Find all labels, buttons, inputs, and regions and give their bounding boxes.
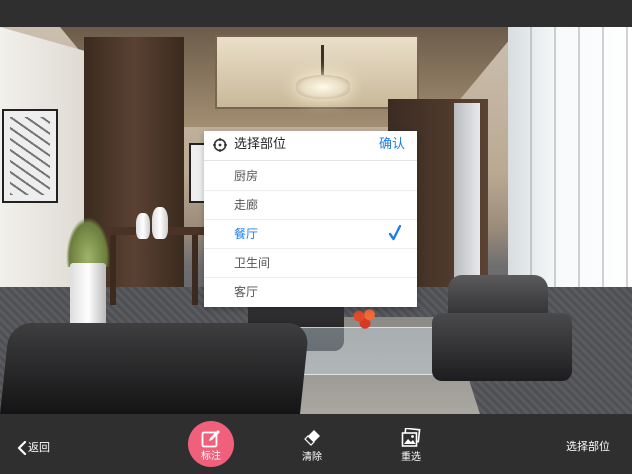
chandelier-stem bbox=[321, 45, 324, 75]
plant bbox=[66, 217, 110, 267]
clear-label: 清除 bbox=[302, 452, 322, 463]
select-part-popup: 选择部位 确认 厨房 走廊 餐厅 卫生间 客厅 bbox=[204, 131, 417, 307]
select-part-button[interactable]: 选择部位 bbox=[566, 440, 610, 454]
reselect-label: 重选 bbox=[401, 452, 421, 463]
mark-label: 标注 bbox=[201, 451, 221, 462]
wall-artwork bbox=[2, 109, 58, 203]
option-kitchen[interactable]: 厨房 bbox=[204, 161, 417, 191]
chandelier bbox=[296, 75, 350, 99]
option-dining-room[interactable]: 餐厅 bbox=[204, 219, 417, 249]
confirm-button[interactable]: 确认 bbox=[379, 137, 405, 153]
popup-header: 选择部位 确认 bbox=[204, 131, 417, 161]
clear-button[interactable]: 清除 bbox=[292, 428, 332, 468]
option-label: 厨房 bbox=[234, 169, 259, 183]
leather-sofa bbox=[0, 323, 310, 414]
vase bbox=[152, 207, 168, 239]
photos-icon bbox=[401, 428, 421, 447]
option-corridor[interactable]: 走廊 bbox=[204, 190, 417, 220]
option-living-room[interactable]: 客厅 bbox=[204, 277, 417, 306]
option-label: 走廊 bbox=[234, 198, 259, 212]
option-label: 餐厅 bbox=[234, 227, 259, 241]
flowers bbox=[350, 305, 380, 333]
mark-button[interactable]: 标注 bbox=[188, 421, 234, 467]
chevron-left-icon bbox=[17, 441, 27, 455]
popup-title: 选择部位 bbox=[234, 137, 287, 152]
option-bathroom[interactable]: 卫生间 bbox=[204, 248, 417, 278]
option-label: 卫生间 bbox=[234, 256, 271, 270]
vase bbox=[136, 213, 150, 239]
back-label: 返回 bbox=[28, 441, 50, 454]
option-label: 客厅 bbox=[234, 285, 259, 299]
crosshair-target-icon bbox=[213, 138, 227, 152]
glass-coffee-table bbox=[286, 327, 446, 375]
reselect-button[interactable]: 重选 bbox=[391, 428, 431, 468]
leather-armchair bbox=[432, 275, 572, 390]
top-bar bbox=[0, 0, 632, 27]
checkmark-icon bbox=[389, 225, 401, 241]
eraser-icon bbox=[304, 430, 320, 446]
pencil-square-icon bbox=[201, 430, 220, 448]
console-table bbox=[104, 227, 204, 307]
plant-pot bbox=[70, 263, 106, 327]
